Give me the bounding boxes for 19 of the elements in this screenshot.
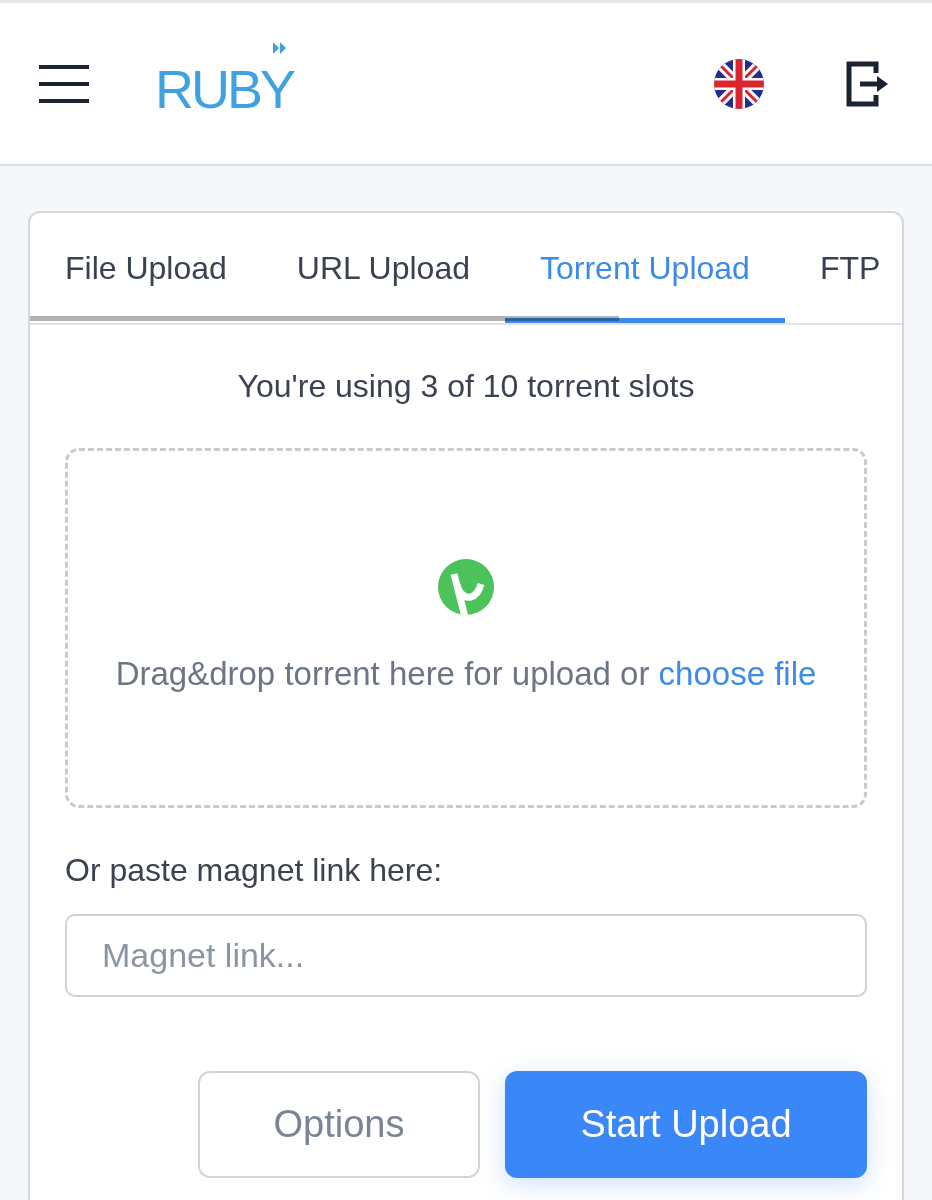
- tab[interactable]: Torrent Upload: [505, 213, 785, 323]
- magnet-input[interactable]: Magnet link...: [65, 914, 867, 997]
- tab[interactable]: URL Upload: [261, 213, 505, 323]
- dropzone[interactable]: Drag&drop torrent here for upload or choose file: [65, 448, 867, 808]
- tab[interactable]: FTP: [784, 213, 902, 323]
- magnet-label: Or paste magnet link here:: [65, 851, 444, 890]
- uk-flag-icon[interactable]: [714, 58, 764, 109]
- scrollbar-thumb[interactable]: [30, 316, 619, 321]
- options-button[interactable]: Options: [198, 1071, 480, 1178]
- menu-icon[interactable]: [39, 64, 89, 103]
- logo[interactable]: RUBY: [155, 51, 294, 116]
- start-upload-button[interactable]: Start Upload: [505, 1071, 867, 1178]
- slots-notice: You're using 3 of 10 torrent slots: [236, 367, 696, 406]
- logout-icon[interactable]: [846, 60, 890, 107]
- dropzone-text: Drag&drop torrent here for upload or choose file: [115, 654, 817, 694]
- torrent-icon: [438, 559, 494, 615]
- double-chevron-icon: [273, 41, 288, 54]
- choose-file-link[interactable]: choose file: [658, 655, 817, 692]
- tab[interactable]: File Upload: [30, 213, 262, 323]
